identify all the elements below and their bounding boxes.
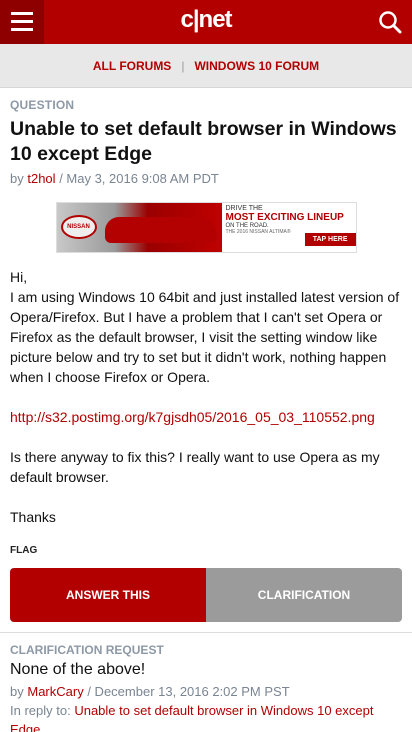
nissan-ad-banner[interactable]: NISSAN DRIVE THE MOST EXCITING LINEUP ON… bbox=[55, 202, 357, 253]
question-paragraph: Thanks bbox=[10, 509, 56, 525]
meta-by: by bbox=[10, 171, 24, 186]
search-icon[interactable] bbox=[374, 6, 406, 38]
question-paragraph: Is there anyway to fix this? I really wa… bbox=[10, 449, 380, 485]
clarification-request: CLARIFICATION REQUEST None of the above!… bbox=[0, 643, 412, 732]
question-date: / May 3, 2016 9:08 AM PDT bbox=[59, 171, 219, 186]
question-author-link[interactable]: t2hol bbox=[27, 171, 55, 186]
meta-by: by bbox=[10, 684, 24, 699]
question-image-link-paragraph: http://s32.postimg.org/k7gjsdh05/2016_05… bbox=[10, 407, 402, 427]
screenshot-link[interactable]: http://s32.postimg.org/k7gjsdh05/2016_05… bbox=[10, 409, 375, 425]
nissan-logo: NISSAN bbox=[60, 215, 97, 239]
forum-breadcrumb: ALL FORUMS | WINDOWS 10 FORUM bbox=[0, 44, 412, 88]
clarification-button[interactable]: CLARIFICATION bbox=[206, 568, 402, 622]
ad-car-image: NISSAN bbox=[56, 203, 222, 252]
question-title: Unable to set default browser in Windows… bbox=[10, 118, 397, 165]
ad-line-1: DRIVE THE bbox=[225, 205, 263, 212]
clarification-meta: by MarkCary / December 13, 2016 2:02 PM … bbox=[10, 682, 402, 732]
question-body: Hi, I am using Windows 10 64bit and just… bbox=[10, 267, 402, 527]
question-label: QUESTION bbox=[10, 98, 75, 112]
site-logo[interactable]: c|net bbox=[180, 6, 232, 34]
answer-this-button[interactable]: ANSWER THIS bbox=[10, 568, 206, 622]
thread-content: QUESTION Unable to set default browser i… bbox=[0, 98, 412, 622]
all-forums-link[interactable]: ALL FORUMS bbox=[93, 59, 171, 73]
question-meta: by t2hol / May 3, 2016 9:08 AM PDT bbox=[10, 171, 402, 186]
car-shape bbox=[104, 217, 217, 243]
clarification-author-link[interactable]: MarkCary bbox=[27, 684, 83, 699]
clarification-date: / December 13, 2016 2:02 PM PST bbox=[87, 684, 290, 699]
top-bar: c|net bbox=[0, 0, 412, 44]
clarification-title: None of the above! bbox=[10, 661, 146, 678]
windows-10-forum-link[interactable]: WINDOWS 10 FORUM bbox=[194, 59, 319, 73]
ad-line-2: MOST EXCITING LINEUP bbox=[225, 212, 344, 223]
flag-link[interactable]: FLAG bbox=[10, 545, 402, 556]
question-paragraph: Hi, I am using Windows 10 64bit and just… bbox=[10, 269, 400, 385]
clarification-label: CLARIFICATION REQUEST bbox=[10, 643, 164, 657]
ad-copy: DRIVE THE MOST EXCITING LINEUP ON THE RO… bbox=[221, 203, 356, 252]
breadcrumb-separator: | bbox=[181, 58, 185, 73]
section-divider bbox=[0, 632, 412, 633]
reply-prefix: In reply to: bbox=[10, 703, 71, 718]
ad-cta-button[interactable]: TAP HERE bbox=[304, 233, 356, 246]
hamburger-menu-icon[interactable] bbox=[0, 0, 44, 44]
action-buttons: ANSWER THIS CLARIFICATION bbox=[10, 568, 402, 622]
